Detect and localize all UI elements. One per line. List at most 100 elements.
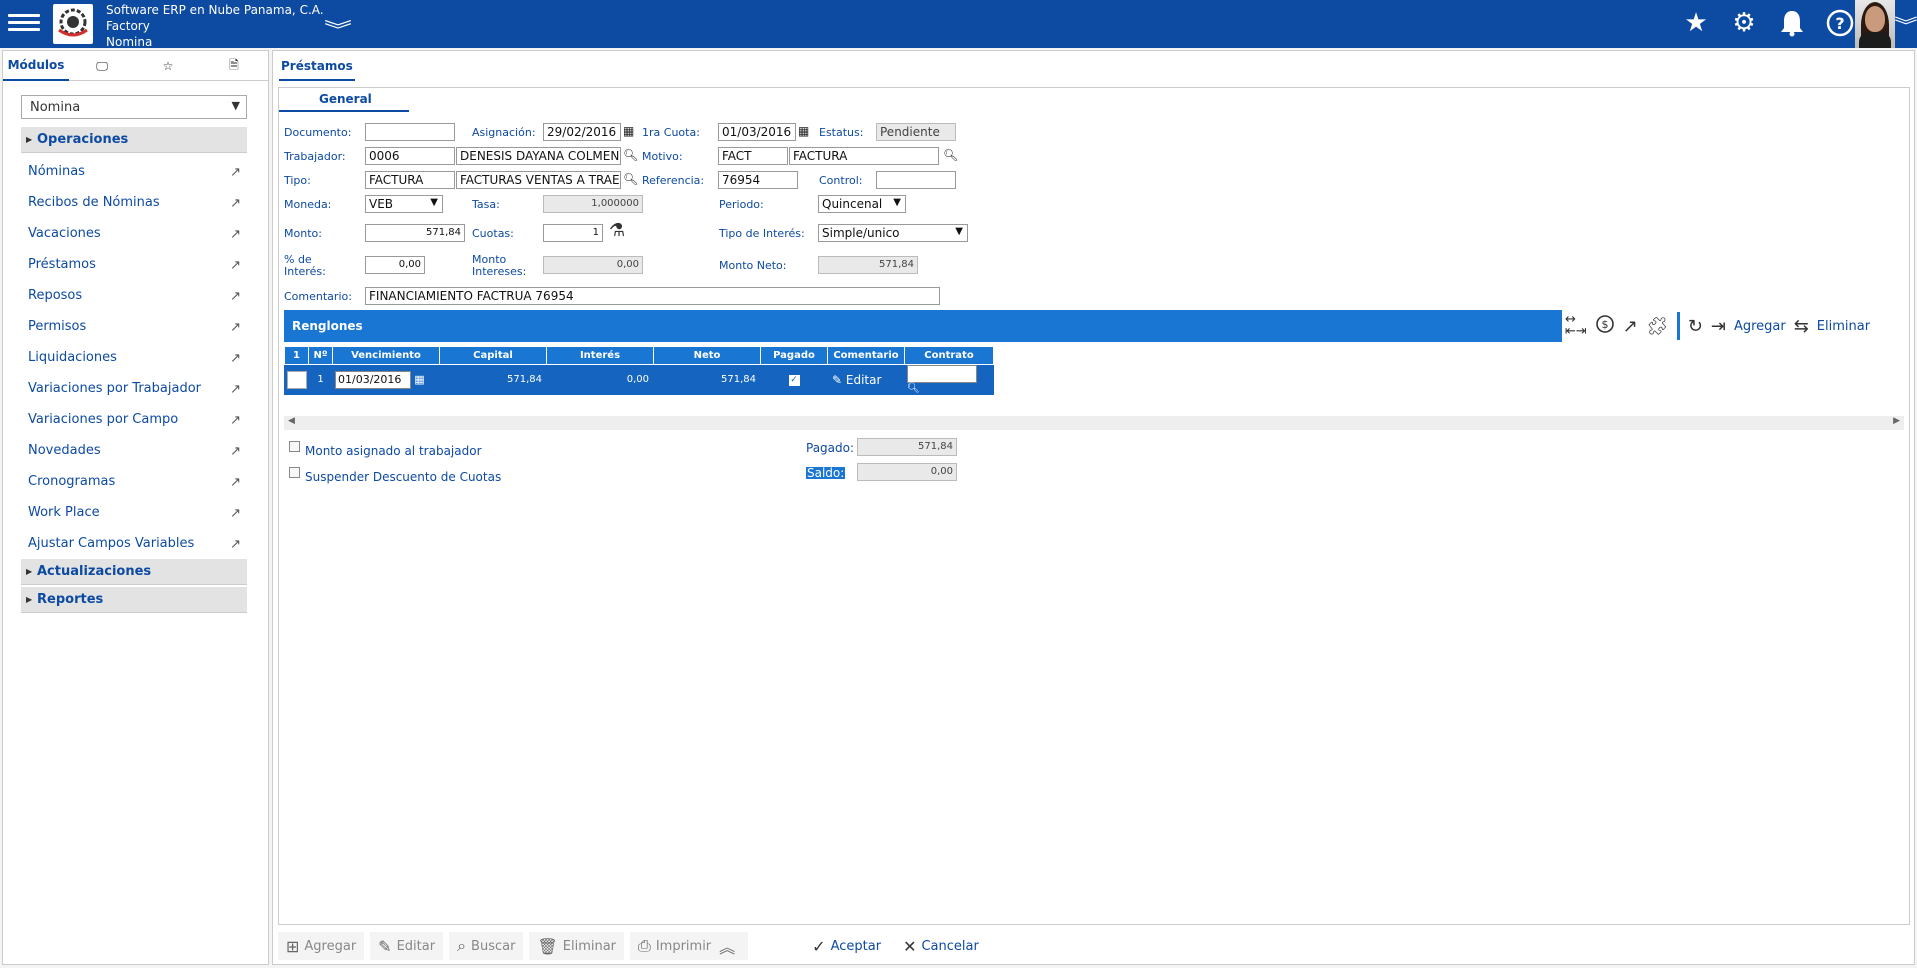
section-operaciones[interactable]: ▶ Operaciones	[21, 127, 247, 153]
help-icon[interactable]: ?	[1823, 6, 1857, 40]
motivo-code-input[interactable]: FACT	[718, 147, 788, 165]
eliminar-row-button[interactable]: Eliminar	[1817, 319, 1870, 334]
sidebar-item-recibos[interactable]: Recibos de Nóminas ↗	[28, 195, 243, 217]
search-icon[interactable]: 🔍︎	[907, 383, 920, 394]
user-avatar[interactable]	[1855, 0, 1895, 48]
pct-interes-input[interactable]: 0,00	[365, 256, 425, 274]
imprimir-button[interactable]: ⎙ Imprimir ︽	[630, 932, 749, 960]
sidebar-item-variaciones-campo[interactable]: Variaciones por Campo ↗	[28, 412, 243, 434]
motivo-name-input[interactable]: FACTURA	[789, 147, 939, 165]
external-link-icon[interactable]: ↗	[230, 382, 241, 397]
sidebar-item-permisos[interactable]: Permisos ↗	[28, 319, 243, 341]
external-link-icon[interactable]: ↗	[230, 351, 241, 366]
external-link-icon[interactable]: ↗	[230, 289, 241, 304]
chevron-down-icon[interactable]: ︾	[324, 14, 352, 43]
periodo-select[interactable]: Quincenal ▼	[818, 195, 906, 213]
tipo-name-input[interactable]: FACTURAS VENTAS A TRAE	[456, 171, 621, 189]
contrato-input[interactable]	[907, 365, 977, 383]
monitor-icon[interactable]: 🖵	[69, 51, 135, 81]
calendar-icon[interactable]: ▦	[798, 124, 809, 138]
dollar-circle-icon[interactable]: $	[1595, 314, 1615, 339]
cancelar-button[interactable]: ✕ Cancelar	[895, 932, 987, 960]
user-menu-chevron-icon[interactable]: ︾	[1894, 12, 1917, 38]
sidebar-item-novedades[interactable]: Novedades ↗	[28, 443, 243, 465]
editar-button[interactable]: ✎ Editar	[370, 932, 444, 960]
chevron-up-icon[interactable]: ︽	[719, 934, 735, 958]
external-link-icon[interactable]: ↗	[230, 227, 241, 242]
scroll-left-icon[interactable]: ◀	[288, 416, 295, 426]
gear-icon[interactable]: ⚙	[1727, 6, 1761, 40]
aceptar-button[interactable]: ✓ Aceptar	[804, 932, 889, 960]
scroll-right-icon[interactable]: ▶	[1893, 416, 1900, 426]
agregar-button[interactable]: ⊞ Agregar	[278, 932, 365, 960]
section-actualizaciones[interactable]: ▶ Actualizaciones	[21, 559, 247, 585]
asignacion-input[interactable]: 29/02/2016	[543, 123, 621, 141]
section-reportes[interactable]: ▶ Reportes	[21, 587, 247, 613]
puzzle-icon[interactable]: 🧩︎	[1646, 316, 1669, 337]
sidebar-item-reposos[interactable]: Reposos ↗	[28, 288, 243, 310]
sidebar-item-variaciones-trabajador[interactable]: Variaciones por Trabajador ↗	[28, 381, 243, 403]
add-row-icon[interactable]: ⇥	[1711, 316, 1726, 337]
search-icon[interactable]: 🔍︎	[623, 172, 638, 186]
tipo-code-input[interactable]: FACTURA	[365, 171, 455, 189]
trabajador-code-input[interactable]: 0006	[365, 147, 455, 165]
calendar-icon[interactable]: ▦	[414, 373, 424, 386]
sidebar-item-prestamos[interactable]: Préstamos ↗	[28, 257, 243, 279]
external-link-icon[interactable]: ↗	[230, 506, 241, 521]
suspender-checkbox[interactable]	[289, 467, 300, 478]
external-link-icon[interactable]: ↗	[230, 537, 241, 552]
menu-icon[interactable]	[8, 10, 40, 38]
horizontal-scrollbar[interactable]: ◀ ▶	[284, 416, 1904, 430]
sidebar-item-nominas[interactable]: Nóminas ↗	[28, 164, 243, 186]
star-icon[interactable]: ★	[1679, 6, 1713, 40]
moneda-select[interactable]: VEB ▼	[365, 195, 443, 213]
cuotas-input[interactable]: 1	[543, 224, 603, 242]
sidebar-item-cronogramas[interactable]: Cronogramas ↗	[28, 474, 243, 496]
sidebar-item-ajustar-campos[interactable]: Ajustar Campos Variables ↗	[28, 536, 243, 558]
eliminar-button[interactable]: 🗑︎ Eliminar	[529, 932, 625, 960]
search-icon[interactable]: 🔍︎	[623, 148, 638, 162]
sidebar-item-work-place[interactable]: Work Place ↗	[28, 505, 243, 527]
row-select-box[interactable]	[286, 370, 307, 389]
documento-input[interactable]	[365, 123, 455, 141]
external-link-icon[interactable]: ↗	[230, 165, 241, 180]
sidebar-item-vacaciones[interactable]: Vacaciones ↗	[28, 226, 243, 248]
tipo-interes-select[interactable]: Simple/unico ▼	[818, 224, 968, 242]
expand-collapse-icon[interactable]: ↔ ⇤⇥	[1565, 313, 1587, 338]
calculator-icon[interactable]: ⚗	[609, 220, 625, 241]
external-link-icon[interactable]: ↗	[230, 258, 241, 273]
tab-general[interactable]: General	[279, 88, 409, 112]
referencia-input[interactable]: 76954	[718, 171, 798, 189]
favorites-star-icon[interactable]: ☆	[135, 51, 201, 81]
sidebar-item-liquidaciones[interactable]: Liquidaciones ↗	[28, 350, 243, 372]
external-link-icon[interactable]: ↗	[230, 196, 241, 211]
external-link-icon[interactable]: ↗	[230, 413, 241, 428]
document-icon[interactable]: 🗎	[201, 51, 267, 81]
pagado-checkbox[interactable]: ✓	[788, 374, 800, 386]
edit-icon[interactable]: ✎	[832, 373, 842, 387]
monto-input[interactable]: 571,84	[365, 224, 465, 242]
module-select[interactable]: Nomina ▼	[21, 95, 247, 119]
tab-modulos[interactable]: Módulos	[3, 51, 69, 81]
table-row[interactable]: 1 01/03/2016 ▦ 571,84 0,00 571,84 ✓ ✎ Ed…	[284, 364, 994, 395]
monto-neto-value: 571,84	[818, 256, 918, 274]
cuota1-input[interactable]: 01/03/2016	[718, 123, 796, 141]
external-link-icon[interactable]: ↗	[230, 475, 241, 490]
monto-asignado-checkbox[interactable]	[289, 441, 300, 452]
search-icon[interactable]: 🔍︎	[943, 148, 958, 162]
buscar-button[interactable]: ⌕ Buscar	[449, 932, 524, 960]
vencimiento-input[interactable]: 01/03/2016	[335, 370, 411, 389]
agregar-row-button[interactable]: Agregar	[1734, 319, 1786, 334]
external-link-icon[interactable]: ↗	[1623, 316, 1638, 337]
tab-prestamos[interactable]: Préstamos	[279, 57, 355, 81]
external-link-icon[interactable]: ↗	[230, 444, 241, 459]
control-input[interactable]	[876, 171, 956, 189]
comentario-input[interactable]: FINANCIAMIENTO FACTRUA 76954	[365, 287, 940, 305]
external-link-icon[interactable]: ↗	[230, 320, 241, 335]
bell-icon[interactable]	[1775, 6, 1809, 40]
calendar-icon[interactable]: ▦	[623, 124, 634, 138]
trabajador-name-input[interactable]: DENESIS DAYANA COLMEN	[456, 147, 621, 165]
refresh-icon[interactable]: ↻	[1688, 316, 1703, 337]
delete-row-icon[interactable]: ⇆	[1794, 316, 1809, 337]
editar-comentario-link[interactable]: Editar	[846, 373, 882, 387]
